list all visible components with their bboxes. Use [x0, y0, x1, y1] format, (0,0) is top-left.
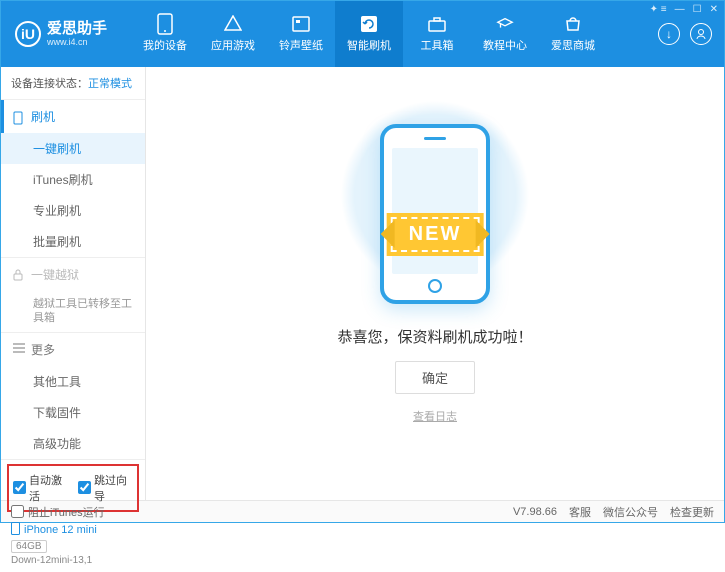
nav-apps[interactable]: 应用游戏	[199, 1, 267, 67]
logo-area: iU 爱思助手 www.i4.cn	[1, 1, 131, 67]
sidebar-item-download-firmware[interactable]: 下载固件	[1, 397, 145, 428]
sidebar-cat-flash[interactable]: 刷机	[1, 100, 145, 133]
nav-store[interactable]: 爱思商城	[539, 1, 607, 67]
lock-icon	[13, 269, 25, 281]
window-controls: ✦ ≡ — ☐ ✕	[650, 4, 718, 15]
customer-service-link[interactable]: 客服	[569, 504, 591, 520]
phone-small-icon	[11, 522, 20, 538]
user-icon[interactable]	[690, 23, 712, 45]
nav-toolbox[interactable]: 工具箱	[403, 1, 471, 67]
version-label: V7.98.66	[513, 506, 557, 518]
tutorial-icon	[496, 15, 514, 33]
nav-my-device[interactable]: 我的设备	[131, 1, 199, 67]
sidebar-item-advanced[interactable]: 高级功能	[1, 428, 145, 459]
sidebar-item-oneclick-flash[interactable]: 一键刷机	[1, 133, 145, 164]
success-message: 恭喜您，保资料刷机成功啦！	[337, 326, 532, 347]
wechat-link[interactable]: 微信公众号	[603, 504, 658, 520]
toolbox-icon	[428, 15, 446, 33]
logo-icon: iU	[15, 21, 41, 47]
phone-graphic: NEW	[380, 124, 490, 304]
auto-activate-checkbox[interactable]: 自动激活	[13, 472, 68, 504]
sidebar: 设备连接状态：正常模式 刷机 一键刷机 iTunes刷机 专业刷机 批量刷机 一…	[1, 67, 146, 500]
main-content: NEW 恭喜您，保资料刷机成功啦！ 确定 查看日志	[146, 67, 724, 500]
phone-icon	[13, 111, 25, 123]
device-icon	[156, 15, 174, 33]
nav-tutorial[interactable]: 教程中心	[471, 1, 539, 67]
download-icon[interactable]: ↓	[658, 23, 680, 45]
app-site: www.i4.cn	[47, 37, 107, 47]
sidebar-cat-more[interactable]: 更多	[1, 333, 145, 366]
apps-icon	[224, 15, 242, 33]
close-icon[interactable]: ✕	[710, 4, 718, 15]
view-log-link[interactable]: 查看日志	[413, 408, 457, 424]
store-icon	[564, 15, 582, 33]
app-name: 爱思助手	[47, 21, 107, 38]
device-info[interactable]: iPhone 12 mini 64GB Down-12mini-13,1	[1, 516, 145, 572]
main-nav: 我的设备 应用游戏 铃声壁纸 智能刷机 工具箱 教程中心 爱思商城	[131, 1, 658, 67]
device-storage: 64GB	[11, 540, 47, 553]
ok-button[interactable]: 确定	[395, 361, 475, 394]
skip-guide-checkbox[interactable]: 跳过向导	[78, 472, 133, 504]
device-sub: Down-12mini-13,1	[11, 555, 135, 566]
wallpaper-icon	[292, 15, 310, 33]
nav-flash[interactable]: 智能刷机	[335, 1, 403, 67]
minimize-icon[interactable]: —	[675, 4, 685, 15]
sidebar-cat-jailbreak: 一键越狱	[1, 258, 145, 291]
maximize-icon[interactable]: ☐	[693, 4, 702, 15]
flash-icon	[360, 15, 378, 33]
menu-icon[interactable]: ✦ ≡	[650, 4, 667, 15]
block-itunes-checkbox[interactable]: 阻止iTunes运行	[11, 504, 105, 520]
app-header: iU 爱思助手 www.i4.cn 我的设备 应用游戏 铃声壁纸 智能刷机 工具…	[1, 1, 724, 67]
sidebar-item-batch-flash[interactable]: 批量刷机	[1, 226, 145, 257]
list-icon	[13, 343, 25, 355]
jailbreak-note: 越狱工具已转移至工具箱	[1, 291, 145, 332]
check-update-link[interactable]: 检查更新	[670, 504, 714, 520]
sidebar-item-other-tools[interactable]: 其他工具	[1, 366, 145, 397]
sidebar-item-itunes-flash[interactable]: iTunes刷机	[1, 164, 145, 195]
device-status: 设备连接状态：正常模式	[1, 67, 145, 100]
sidebar-item-pro-flash[interactable]: 专业刷机	[1, 195, 145, 226]
new-banner: NEW	[391, 217, 480, 252]
nav-ringtone[interactable]: 铃声壁纸	[267, 1, 335, 67]
success-illustration: NEW	[380, 124, 490, 304]
